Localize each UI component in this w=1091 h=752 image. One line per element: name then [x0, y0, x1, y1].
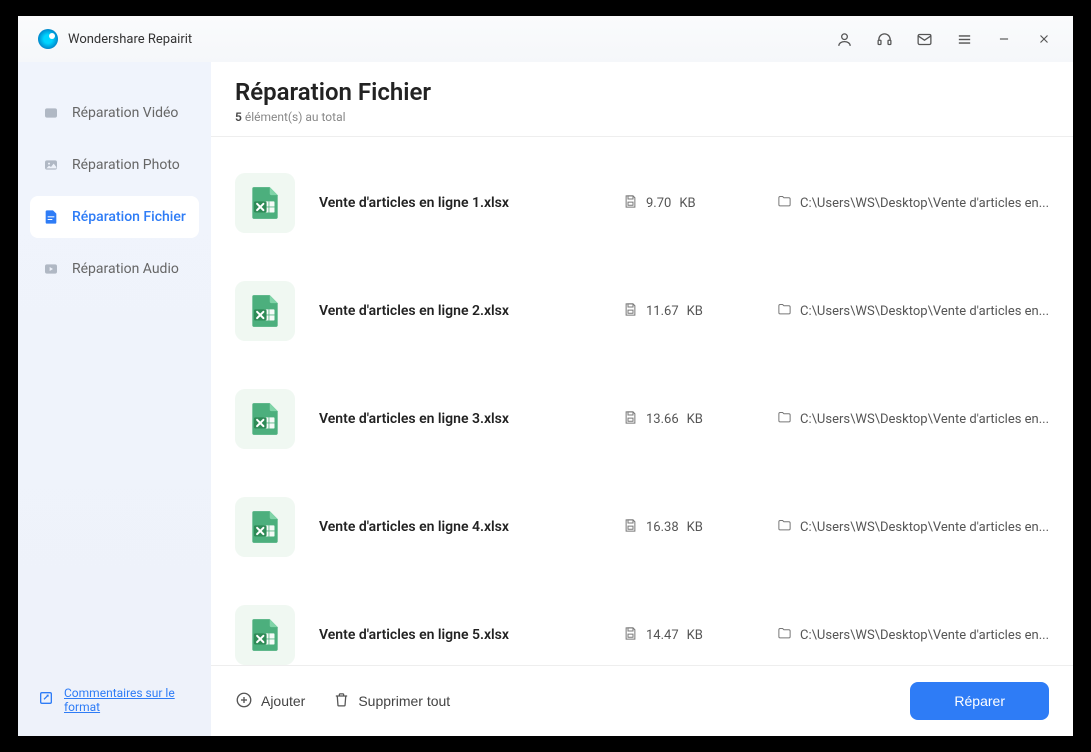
folder-icon [777, 194, 792, 213]
xlsx-icon [235, 389, 295, 449]
folder-icon [777, 518, 792, 537]
trash-icon [333, 691, 350, 711]
file-size: 9.70 KB [623, 194, 753, 213]
disk-icon [623, 194, 638, 213]
app-title: Wondershare Repairit [68, 32, 192, 47]
photo-icon [42, 156, 60, 174]
file-size: 16.38 KB [623, 518, 753, 537]
file-row[interactable]: Vente d'articles en ligne 2.xlsx 11.67 K… [235, 257, 1049, 365]
file-path: C:\Users\WS\Desktop\Vente d'articles en.… [777, 626, 1049, 645]
xlsx-icon [235, 497, 295, 557]
user-icon[interactable] [835, 30, 853, 48]
size-value: 16.38 [646, 520, 679, 535]
file-name: Vente d'articles en ligne 2.xlsx [319, 303, 599, 319]
file-path: C:\Users\WS\Desktop\Vente d'articles en.… [777, 194, 1049, 213]
path-text: C:\Users\WS\Desktop\Vente d'articles en.… [800, 520, 1049, 535]
repair-button[interactable]: Réparer [910, 682, 1049, 720]
path-text: C:\Users\WS\Desktop\Vente d'articles en.… [800, 628, 1049, 643]
file-path: C:\Users\WS\Desktop\Vente d'articles en.… [777, 410, 1049, 429]
file-name: Vente d'articles en ligne 3.xlsx [319, 411, 599, 427]
file-path: C:\Users\WS\Desktop\Vente d'articles en.… [777, 518, 1049, 537]
xlsx-icon [235, 605, 295, 665]
delete-label: Supprimer tout [358, 693, 450, 709]
sidebar-item-label: Réparation Fichier [72, 209, 186, 225]
size-unit: KB [687, 412, 703, 427]
file-row[interactable]: Vente d'articles en ligne 3.xlsx 13.66 K… [235, 365, 1049, 473]
app-logo-icon [38, 29, 58, 49]
video-icon [42, 104, 60, 122]
disk-icon [623, 518, 638, 537]
file-name: Vente d'articles en ligne 4.xlsx [319, 519, 599, 535]
path-text: C:\Users\WS\Desktop\Vente d'articles en.… [800, 304, 1049, 319]
folder-icon [777, 302, 792, 321]
sidebar: Réparation Vidéo Réparation Photo Répara… [18, 62, 211, 736]
content-footer: Ajouter Supprimer tout Réparer [211, 665, 1073, 736]
size-value: 11.67 [646, 304, 679, 319]
sidebar-item-label: Réparation Vidéo [72, 105, 178, 121]
sidebar-item-video[interactable]: Réparation Vidéo [30, 92, 199, 134]
file-list: Vente d'articles en ligne 1.xlsx 9.70 KB… [211, 137, 1073, 665]
main-area: Réparation Vidéo Réparation Photo Répara… [18, 62, 1073, 736]
file-row[interactable]: Vente d'articles en ligne 4.xlsx 16.38 K… [235, 473, 1049, 581]
size-unit: KB [679, 196, 695, 211]
sidebar-nav: Réparation Vidéo Réparation Photo Répara… [30, 92, 199, 682]
sidebar-item-photo[interactable]: Réparation Photo [30, 144, 199, 186]
file-path: C:\Users\WS\Desktop\Vente d'articles en.… [777, 302, 1049, 321]
size-value: 14.47 [646, 628, 679, 643]
file-size: 13.66 KB [623, 410, 753, 429]
minimize-icon[interactable] [995, 30, 1013, 48]
feedback-link[interactable]: Commentaires sur le format [64, 686, 191, 714]
sidebar-item-label: Réparation Audio [72, 261, 179, 277]
file-row[interactable]: Vente d'articles en ligne 1.xlsx 9.70 KB… [235, 149, 1049, 257]
sidebar-item-label: Réparation Photo [72, 157, 180, 173]
size-unit: KB [687, 628, 703, 643]
disk-icon [623, 302, 638, 321]
file-icon [42, 208, 60, 226]
xlsx-icon [235, 281, 295, 341]
feedback-icon [38, 690, 54, 710]
delete-all-button[interactable]: Supprimer tout [333, 691, 450, 711]
xlsx-icon [235, 173, 295, 233]
subtitle-suffix: élément(s) au total [245, 110, 346, 124]
sidebar-footer: Commentaires sur le format [30, 682, 199, 718]
content-header: Réparation Fichier 5 élément(s) au total [211, 62, 1073, 137]
add-button[interactable]: Ajouter [235, 691, 305, 712]
path-text: C:\Users\WS\Desktop\Vente d'articles en.… [800, 196, 1049, 211]
file-name: Vente d'articles en ligne 1.xlsx [319, 195, 599, 211]
titlebar: Wondershare Repairit [18, 16, 1073, 62]
size-unit: KB [687, 304, 703, 319]
content: Réparation Fichier 5 élément(s) au total… [211, 62, 1073, 736]
file-row[interactable]: Vente d'articles en ligne 5.xlsx 14.47 K… [235, 581, 1049, 665]
sidebar-item-audio[interactable]: Réparation Audio [30, 248, 199, 290]
disk-icon [623, 626, 638, 645]
sidebar-item-file[interactable]: Réparation Fichier [30, 196, 199, 238]
menu-icon[interactable] [955, 30, 973, 48]
disk-icon [623, 410, 638, 429]
page-subtitle: 5 élément(s) au total [235, 110, 1049, 124]
headset-icon[interactable] [875, 30, 893, 48]
titlebar-left: Wondershare Repairit [38, 29, 835, 49]
file-size: 14.47 KB [623, 626, 753, 645]
size-value: 13.66 [646, 412, 679, 427]
folder-icon [777, 410, 792, 429]
path-text: C:\Users\WS\Desktop\Vente d'articles en.… [800, 412, 1049, 427]
size-unit: KB [687, 520, 703, 535]
plus-circle-icon [235, 691, 253, 712]
file-name: Vente d'articles en ligne 5.xlsx [319, 627, 599, 643]
folder-icon [777, 626, 792, 645]
audio-icon [42, 260, 60, 278]
app-window: Wondershare Repairit [18, 16, 1073, 736]
item-count: 5 [235, 110, 242, 124]
page-title: Réparation Fichier [235, 78, 1049, 106]
mail-icon[interactable] [915, 30, 933, 48]
titlebar-right [835, 30, 1053, 48]
add-label: Ajouter [261, 693, 305, 709]
close-icon[interactable] [1035, 30, 1053, 48]
size-value: 9.70 [646, 196, 671, 211]
file-size: 11.67 KB [623, 302, 753, 321]
